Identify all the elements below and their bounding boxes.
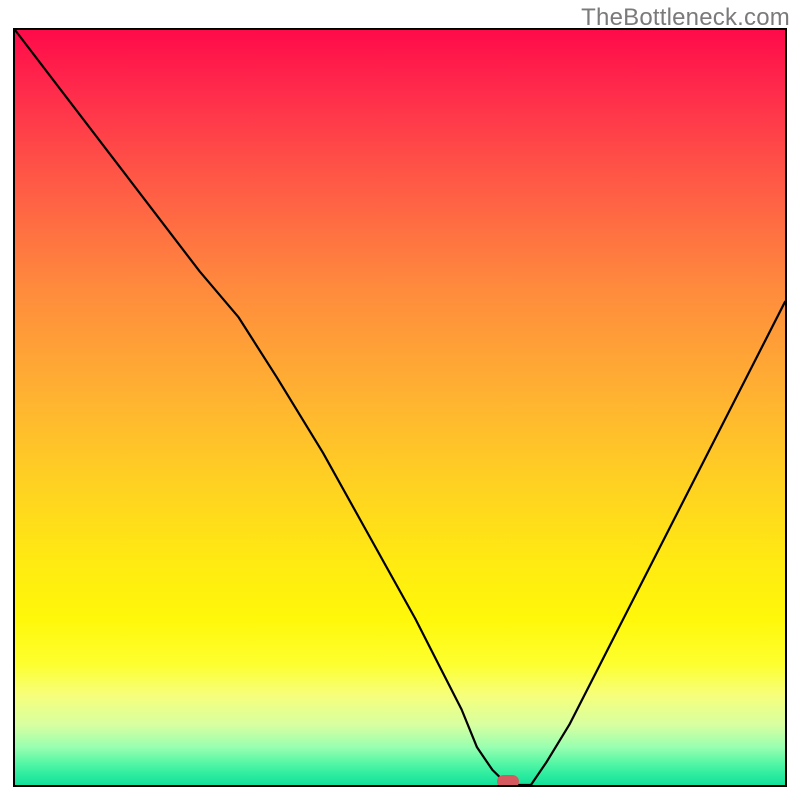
chart-container: TheBottleneck.com — [0, 0, 800, 800]
plot-area — [13, 28, 787, 787]
bottleneck-curve — [15, 30, 785, 785]
optimum-marker — [497, 775, 519, 787]
